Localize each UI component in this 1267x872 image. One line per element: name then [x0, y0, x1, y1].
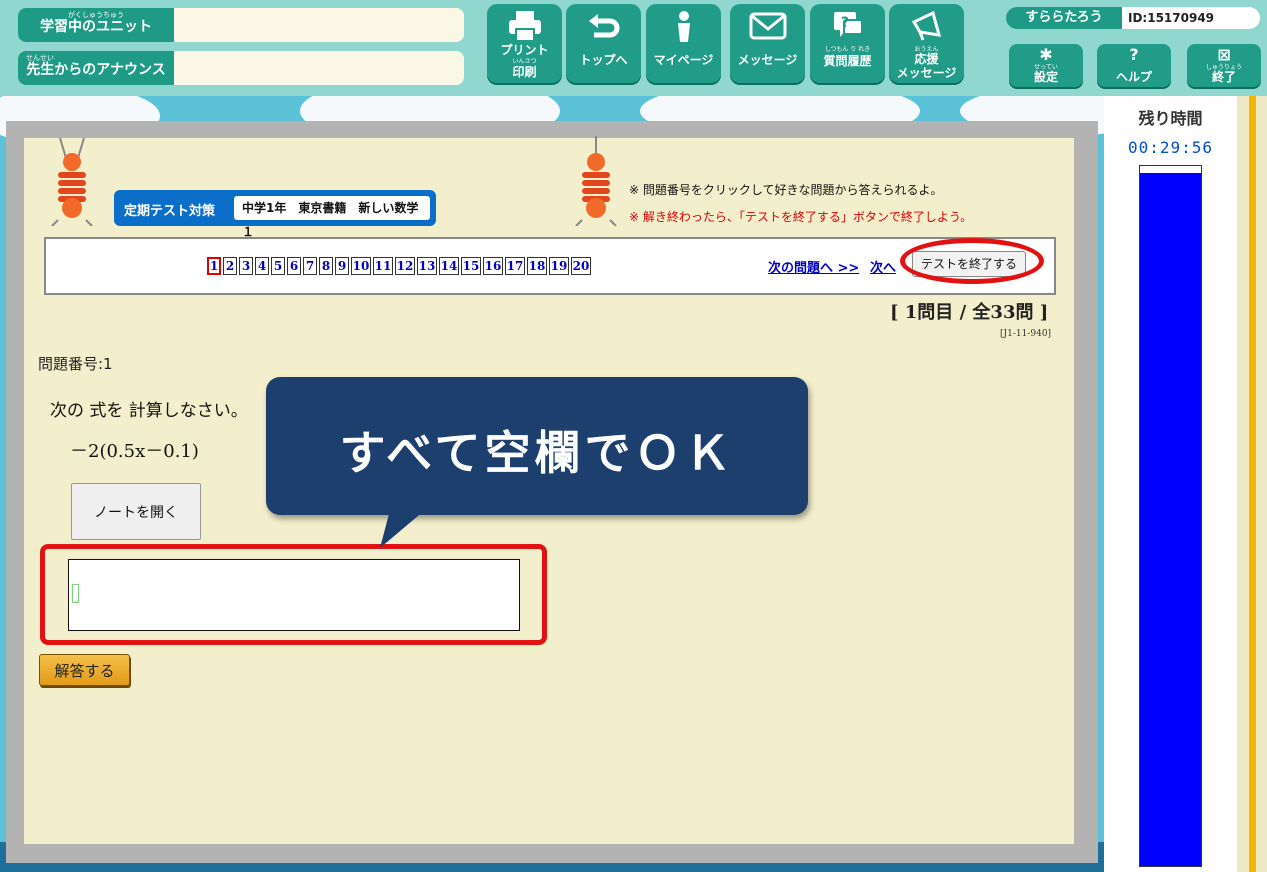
question-number-17[interactable]: 17 [505, 257, 525, 275]
top-header: がくしゅうちゅう 学習中のユニット せんせい 先生からのアナウンス プリント い… [0, 0, 1267, 96]
math-expression: －2(0.5x－0.1) [70, 441, 199, 462]
submit-answer-button[interactable]: 解答する [39, 654, 130, 686]
callout-bubble: すべて空欄でＯＫ [266, 377, 808, 515]
message-label: メッセージ [737, 53, 798, 67]
top-page-button[interactable]: トップへ [566, 4, 641, 83]
svg-text:?: ? [840, 15, 848, 31]
timer-bar-track [1139, 165, 1202, 867]
answer-input[interactable] [68, 559, 520, 631]
side-strip-line [1249, 96, 1256, 872]
support-label: 応援 [914, 52, 939, 66]
question-number-5[interactable]: 5 [271, 257, 285, 275]
support-sub-label: メッセージ [896, 66, 957, 80]
current-unit-ruby: がくしゅうちゅう [68, 11, 124, 19]
question-icon: ? [1129, 45, 1139, 64]
question-number-7[interactable]: 7 [303, 257, 317, 275]
question-number-2[interactable]: 2 [223, 257, 237, 275]
megaphone-icon [889, 10, 964, 44]
announcement-row: せんせい 先生からのアナウンス [18, 51, 464, 85]
question-number-8[interactable]: 8 [319, 257, 333, 275]
warning-note: ※ 解き終わったら、「テストを終了する」ボタンで終了しよう。 [629, 210, 973, 224]
question-number-9[interactable]: 9 [335, 257, 349, 275]
spring-decoration-right [575, 136, 617, 226]
question-text: 次の 式を 計算しなさい。 [50, 401, 248, 421]
print-sub-label: 印刷 [512, 65, 537, 79]
question-number-1[interactable]: 1 [207, 257, 221, 275]
current-unit-value [174, 8, 464, 42]
question-code: [J1-11-940] [1000, 329, 1052, 339]
question-number-12[interactable]: 12 [395, 257, 415, 275]
user-id: ID:15170949 [1122, 7, 1260, 29]
badge-subject: 中学1年 東京書籍 新しい数学１ [234, 196, 430, 239]
question-progress: [ 1問目 / 全33問 ] [890, 302, 1049, 323]
next-question-link[interactable]: 次の問題へ >> [768, 257, 859, 276]
return-arrow-icon [566, 10, 641, 44]
question-bubble-icon: ? [810, 10, 885, 44]
question-number-18[interactable]: 18 [527, 257, 547, 275]
person-icon [646, 10, 721, 44]
callout-tail [380, 510, 425, 548]
close-icon: ⊠ [1217, 45, 1231, 64]
help-button[interactable]: ? ヘルプ [1097, 44, 1171, 87]
question-number-4[interactable]: 4 [255, 257, 269, 275]
help-label: ヘルプ [1115, 70, 1152, 84]
message-button[interactable]: メッセージ [730, 4, 805, 83]
question-number-3[interactable]: 3 [239, 257, 253, 275]
question-number-label: 問題番号:1 [38, 355, 113, 373]
print-label: プリント [500, 43, 549, 57]
settings-button[interactable]: ✱ せってい 設定 [1009, 44, 1083, 87]
test-type-badge: 定期テスト対策 中学1年 東京書籍 新しい数学１ [114, 190, 436, 239]
callout-text: すべて空欄でＯＫ [339, 426, 735, 480]
support-message-button[interactable]: おうえん 応援 メッセージ [889, 4, 964, 83]
spring-decoration-left [51, 137, 93, 226]
question-number-11[interactable]: 11 [373, 257, 393, 275]
gear-icon: ✱ [1039, 45, 1053, 64]
question-history-label: 質問履歴 [823, 54, 872, 68]
mypage-label: マイページ [653, 53, 714, 67]
question-number-16[interactable]: 16 [483, 257, 503, 275]
print-button[interactable]: プリント いんさつ 印刷 [487, 4, 562, 83]
side-strip-decoration [1237, 96, 1267, 872]
settings-label: 設定 [1033, 70, 1058, 84]
announcement-ruby: せんせい [26, 54, 54, 62]
mypage-button[interactable]: マイページ [646, 4, 721, 83]
envelope-icon [730, 10, 805, 44]
question-history-ruby: しつもん り れき [824, 46, 871, 53]
timer-label: 残り時間 [1138, 109, 1203, 128]
user-name: すららたろう [1006, 7, 1122, 29]
top-page-label: トップへ [579, 53, 628, 67]
announcement-label-box: せんせい 先生からのアナウンス [18, 51, 174, 85]
question-number-19[interactable]: 19 [549, 257, 569, 275]
question-number-20[interactable]: 20 [571, 257, 591, 275]
badge-title: 定期テスト対策 [124, 204, 216, 219]
open-note-button[interactable]: ノートを開く [71, 483, 201, 540]
question-number-10[interactable]: 10 [351, 257, 371, 275]
current-unit-row: がくしゅうちゅう 学習中のユニット [18, 8, 464, 42]
question-history-button[interactable]: ? しつもん り れき 質問履歴 [810, 4, 885, 83]
exit-label: 終了 [1211, 70, 1236, 84]
question-number-6[interactable]: 6 [287, 257, 301, 275]
printer-icon [487, 10, 562, 44]
instruction-note: ※ 問題番号をクリックして好きな問題から答えられるよ。 [629, 183, 943, 197]
timer-bar-fill [1140, 173, 1201, 866]
question-number-13[interactable]: 13 [417, 257, 437, 275]
question-number-14[interactable]: 14 [439, 257, 459, 275]
current-unit-label-box: がくしゅうちゅう 学習中のユニット [18, 8, 174, 42]
timer-value: 00:29:56 [1127, 138, 1214, 157]
question-number-15[interactable]: 15 [461, 257, 481, 275]
highlight-ellipse [900, 238, 1044, 284]
exit-button[interactable]: ⊠ しゅうりょう 終了 [1187, 44, 1261, 87]
timer-panel: 残り時間 00:29:56 [1104, 96, 1237, 872]
announcement-value [174, 51, 464, 85]
next-link[interactable]: 次へ [870, 257, 896, 276]
print-ruby: いんさつ [512, 58, 537, 65]
